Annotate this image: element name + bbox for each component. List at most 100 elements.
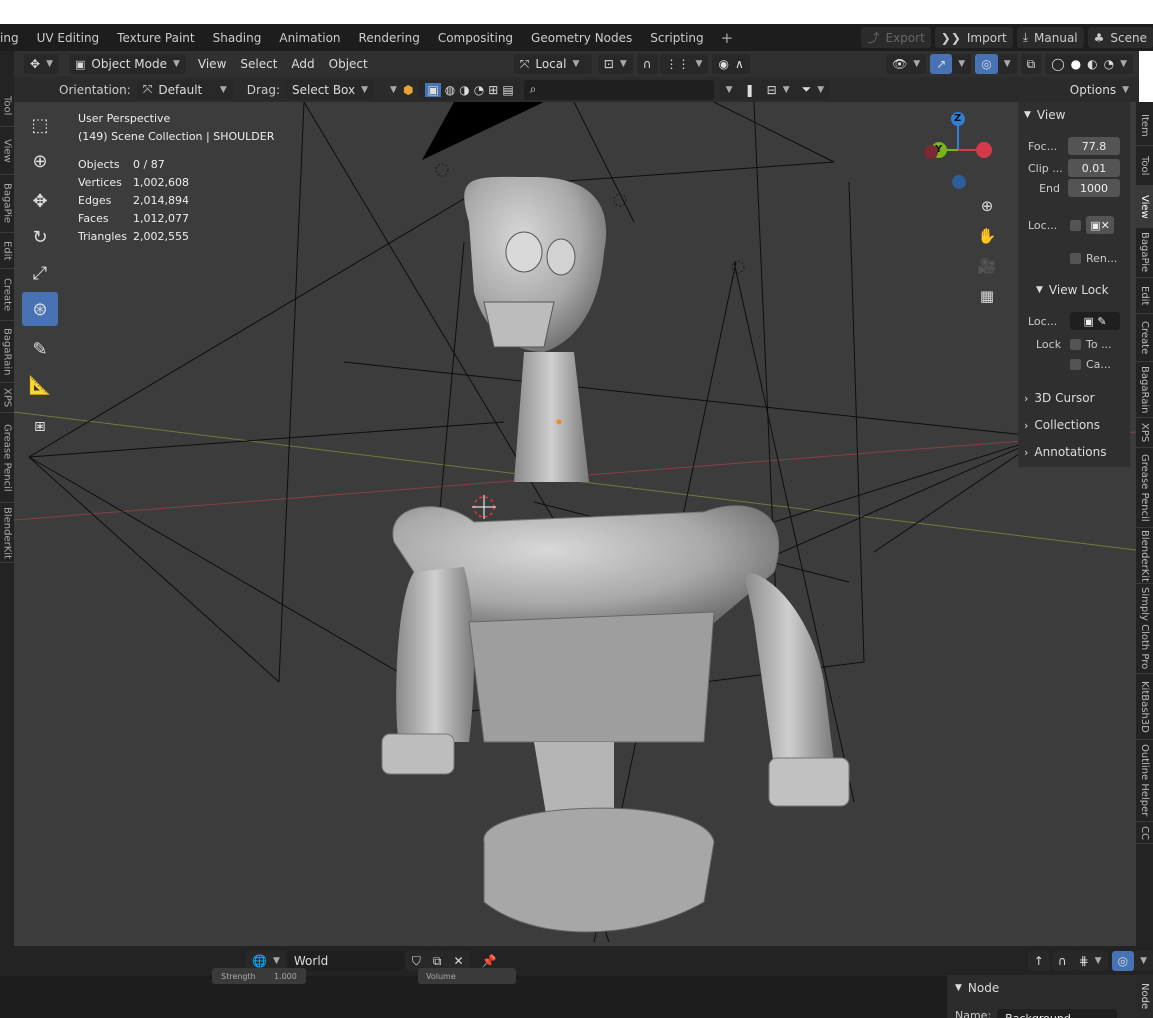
import-button[interactable]: ❯❯ Import — [934, 27, 1013, 48]
node-panel-header[interactable]: ▼ Node — [955, 981, 999, 995]
gizmo-toggle[interactable]: ↗ — [930, 54, 953, 74]
transform-orientation-selector[interactable]: ⤧ Local ▼ — [513, 54, 592, 74]
rotate-tool[interactable]: ↻ — [22, 220, 58, 254]
workspace-tab-ing[interactable]: ing — [0, 24, 28, 51]
lock-camera-checkbox[interactable] — [1070, 359, 1081, 370]
workspace-tab-texture-paint[interactable]: Texture Paint — [108, 24, 203, 51]
left-tab-view[interactable]: View — [0, 127, 14, 175]
xray-toggle[interactable]: ⧉ — [1020, 54, 1042, 74]
left-tab-bagarain[interactable]: BagaRain — [0, 321, 14, 383]
node-name-field[interactable]: Background — [997, 1009, 1118, 1018]
right-tab-outline-helper[interactable]: Outline Helper — [1136, 740, 1153, 822]
snap-node-selector[interactable]: ⋕ ▼ — [1072, 951, 1108, 971]
snap-target-selector[interactable]: ⋮⋮ ▼ — [659, 54, 709, 74]
transform-tool[interactable]: ⊛ — [22, 292, 58, 326]
left-tab-blenderkit[interactable]: BlenderKit — [0, 503, 14, 563]
right-tab-xps[interactable]: XPS — [1136, 418, 1153, 448]
annotations-panel-header[interactable]: › Annotations — [1024, 445, 1106, 459]
left-tab-edit[interactable]: Edit — [0, 233, 14, 269]
workspace-tab-geometry-nodes[interactable]: Geometry Nodes — [522, 24, 641, 51]
view-panel-header[interactable]: ▼ View — [1024, 108, 1065, 122]
world-name-field[interactable]: World — [287, 951, 404, 971]
view-menu[interactable]: View — [198, 57, 226, 71]
collections-panel-header[interactable]: › Collections — [1024, 418, 1100, 432]
parent-node-button[interactable]: ↑ — [1027, 951, 1050, 971]
add-menu[interactable]: Add — [291, 57, 314, 71]
measure-tool[interactable]: 📐 — [22, 368, 58, 402]
node-overlays-toggle[interactable]: ◎ — [1111, 951, 1135, 971]
proportional-editing-toggle[interactable]: ◉ ∧ — [712, 54, 750, 74]
manual-button[interactable]: ⤓ Manual — [1016, 27, 1084, 48]
workspace-tab-animation[interactable]: Animation — [270, 24, 349, 51]
perspective-grid-icon[interactable]: ▦ — [974, 283, 1000, 309]
mode-selector[interactable]: ▣ Object Mode ▼ — [68, 54, 186, 74]
3d-cursor-panel-header[interactable]: › 3D Cursor — [1024, 391, 1095, 405]
right-tab-bagapie[interactable]: BagaPie — [1136, 228, 1153, 278]
left-tab-grease-pencil[interactable]: Grease Pencil — [0, 413, 14, 503]
overlays-dropdown[interactable]: ▼ — [997, 54, 1017, 74]
filter-dropdown[interactable]: ▼ ⬢ — [388, 80, 415, 100]
viewport-search[interactable]: ⌕ — [523, 79, 714, 100]
scale-tool[interactable]: ⤢ — [22, 256, 58, 290]
workspace-tab-shading[interactable]: Shading — [204, 24, 271, 51]
render-region-checkbox[interactable] — [1070, 253, 1081, 264]
cursor-tool[interactable]: ⊕ — [22, 144, 58, 178]
orientation-selector[interactable]: ⤧ Default ▼ — [136, 79, 233, 100]
clip-end-field[interactable]: 1000 — [1068, 179, 1120, 197]
select-menu[interactable]: Select — [240, 57, 277, 71]
left-tab-tool[interactable]: Tool — [0, 85, 14, 127]
right-tab-cc[interactable]: CC — [1136, 822, 1153, 844]
clip-start-field[interactable]: 0.01 — [1068, 159, 1120, 177]
gizmo-dropdown[interactable]: ▼ — [952, 54, 972, 74]
left-tab-bagapie[interactable]: BagaPie — [0, 175, 14, 233]
lock-object-field[interactable]: ▣ ✎ — [1070, 312, 1120, 330]
drag-selector[interactable]: Select Box ▼ — [285, 79, 375, 100]
filter-selector[interactable]: ⏷ ▼ — [795, 79, 831, 100]
local-camera-checkbox[interactable] — [1070, 219, 1081, 231]
overlays-toggle[interactable]: ◎ — [975, 54, 998, 74]
scene-selector[interactable]: ♣ Scene — [1087, 27, 1153, 48]
options-menu[interactable]: Options ▼ — [1064, 80, 1135, 100]
select-mode-buttons[interactable]: ▣ ◍ ◑ ◔ ⊞ ▤ — [419, 79, 520, 100]
left-tab-xps[interactable]: XPS — [0, 383, 14, 413]
history-dropdown[interactable]: ▼ — [719, 79, 739, 100]
workspace-tab-rendering[interactable]: Rendering — [350, 24, 429, 51]
right-tab-tool[interactable]: Tool — [1136, 146, 1153, 186]
workspace-tab-uv-editing[interactable]: UV Editing — [28, 24, 109, 51]
left-tab-create[interactable]: Create — [0, 269, 14, 321]
workspace-tab-scripting[interactable]: Scripting — [641, 24, 712, 51]
snap-node-toggle[interactable]: ∩ — [1051, 951, 1073, 971]
add-cube-tool[interactable]: ⧆ — [22, 408, 58, 442]
shading-modes[interactable]: ◯ ● ◐ ◔ ▼ — [1045, 54, 1133, 74]
lock-to-checkbox[interactable] — [1070, 339, 1081, 350]
right-tab-create[interactable]: Create — [1136, 314, 1153, 362]
workspace-tab-compositing[interactable]: Compositing — [429, 24, 522, 51]
right-tab-grease-pencil[interactable]: Grease Pencil — [1136, 448, 1153, 528]
bookmark-button[interactable]: ❚ — [738, 79, 761, 100]
volume-node-socket[interactable]: Volume — [418, 968, 516, 984]
snap-toggle[interactable]: ∩ — [636, 54, 658, 74]
right-tab-kitbash3d[interactable]: KitBash3D — [1136, 674, 1153, 740]
focal-length-field[interactable]: 77.8 — [1068, 137, 1120, 155]
object-menu[interactable]: Object — [329, 57, 368, 71]
hand-pan-icon[interactable]: ✋ — [974, 223, 1000, 249]
view-lock-panel-header[interactable]: ▼ View Lock — [1036, 283, 1109, 297]
right-tab-bagarain[interactable]: BagaRain — [1136, 362, 1153, 418]
right-tab-item[interactable]: Item — [1136, 106, 1153, 146]
export-button[interactable]: ⤴ Export — [861, 27, 931, 48]
node-tab[interactable]: Node — [1136, 975, 1153, 1018]
strength-node-socket[interactable]: Strength 1.000 — [212, 968, 306, 984]
right-tab-simply-cloth-pro[interactable]: Simply Cloth Pro — [1136, 584, 1153, 674]
camera-view-icon[interactable]: 🎥 — [974, 253, 1000, 279]
annotate-tool[interactable]: ✎ — [22, 332, 58, 366]
layout-selector[interactable]: ⊟ ▼ — [760, 79, 796, 100]
right-tab-edit[interactable]: Edit — [1136, 278, 1153, 314]
pivot-selector[interactable]: ⊡ ▼ — [597, 54, 633, 74]
zoom-icon[interactable]: ⊕ — [974, 193, 1000, 219]
move-tool[interactable]: ✥ — [22, 184, 58, 218]
right-tab-view[interactable]: View — [1136, 186, 1153, 228]
add-workspace-button[interactable]: + — [713, 29, 742, 47]
select-tool[interactable]: ⬚ — [22, 108, 58, 142]
visibility-selector[interactable]: 👁 ▼ — [886, 54, 927, 74]
camera-object-field[interactable]: ▣✕ — [1086, 216, 1114, 234]
